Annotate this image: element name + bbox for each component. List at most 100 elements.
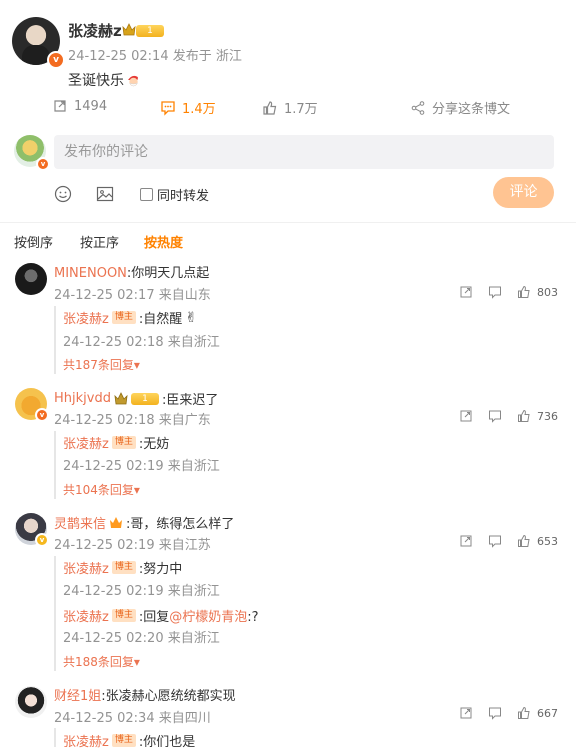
comment-text: :哥，练得怎么样了: [126, 517, 235, 532]
author-tag: 博主: [111, 311, 136, 324]
reply-line: 张凌赫z 博主 :回复@柠檬奶青泡:?: [63, 606, 259, 625]
comment-username[interactable]: 灵鹊来信: [54, 513, 106, 532]
reply-line: 张凌赫z 博主 :无妨: [63, 433, 169, 452]
chevron-down-icon: ▾: [133, 483, 140, 497]
reply-username[interactable]: 张凌赫z: [63, 433, 109, 452]
repost-icon[interactable]: [459, 534, 473, 548]
reply-location: 来自浙江: [167, 335, 220, 350]
post-time-location: 24-12-25 02:14 发布于 浙江: [68, 49, 242, 64]
reply-meta: 24-12-25 02:19 来自浙江: [63, 580, 220, 599]
comment-text: :臣来迟了: [161, 393, 219, 408]
reply-text: :无妨: [138, 437, 170, 452]
vip-badge-icon: v: [36, 157, 50, 171]
comment-username[interactable]: Hhjkjvdd: [54, 391, 111, 406]
checkbox-icon[interactable]: [140, 188, 153, 201]
reply-line: 张凌赫z 博主 :你们也是: [63, 731, 195, 750]
comment-time: 24-12-25 02:19: [54, 538, 155, 553]
reply-location: 来自浙江: [167, 459, 220, 474]
comment-meta: 24-12-25 02:17 来自山东: [54, 284, 211, 303]
comment-text: :你明天几点起: [126, 266, 210, 281]
reply-meta: 24-12-25 02:19 来自浙江: [63, 455, 220, 474]
reply-time: 24-12-25 02:20: [63, 631, 164, 646]
more-replies-text: 共188条回复: [63, 655, 134, 669]
reply-username[interactable]: 张凌赫z: [63, 308, 109, 327]
comment-time: 24-12-25 02:18: [54, 413, 155, 428]
more-replies-link[interactable]: 共104条回复▾: [63, 481, 140, 498]
comment-input[interactable]: 发布你的评论: [54, 135, 554, 169]
emoji-icon[interactable]: [54, 185, 72, 203]
reply-time: 24-12-25 02:19: [63, 459, 164, 474]
reply-text: :你们也是: [138, 735, 196, 750]
post-content: 圣诞快乐: [68, 70, 141, 90]
repost-button[interactable]: 1494: [52, 98, 107, 114]
mention-link[interactable]: @柠檬奶青泡: [169, 610, 247, 625]
reply-thread-bar: [54, 728, 56, 747]
author-tag: 博主: [111, 561, 136, 574]
comment-like-count: 653: [537, 535, 558, 548]
comment-icon[interactable]: [488, 534, 502, 548]
repost-checkbox[interactable]: 同时转发: [140, 185, 209, 204]
more-replies-text: 共187条回复: [63, 358, 134, 372]
santa-emoji-icon: [128, 75, 141, 86]
share-button[interactable]: 分享这条博文: [410, 98, 510, 117]
like-icon[interactable]: [517, 706, 531, 720]
reply-username[interactable]: 张凌赫z: [63, 606, 109, 625]
like-icon[interactable]: [517, 534, 531, 548]
reply-username[interactable]: 张凌赫z: [63, 731, 109, 750]
crown-icon: [122, 23, 136, 36]
commenter-avatar[interactable]: [15, 263, 47, 295]
reply-text: :回复@柠檬奶青泡:?: [139, 606, 259, 625]
commenter-avatar[interactable]: [15, 686, 47, 718]
comment-username[interactable]: MINENOON: [54, 266, 127, 281]
submit-comment-button[interactable]: 评论: [493, 177, 554, 208]
reply-time: 24-12-25 02:18: [63, 335, 164, 350]
reply-prefix: :回复: [138, 610, 170, 625]
author-tag: 博主: [111, 734, 136, 747]
reply-suffix: :?: [247, 610, 259, 625]
comment-icon[interactable]: [488, 409, 502, 423]
comment-location: 来自江苏: [158, 538, 211, 553]
tab-sort-hot[interactable]: 按热度: [144, 232, 183, 251]
repost-icon[interactable]: [459, 706, 473, 720]
comment-meta: 24-12-25 02:19 来自江苏: [54, 534, 211, 553]
comment-line: Hhjkjvdd 1 :臣来迟了: [54, 389, 218, 408]
repost-icon[interactable]: [459, 409, 473, 423]
comment-location: 来自四川: [158, 711, 211, 726]
comment-icon[interactable]: [488, 706, 502, 720]
comment-button[interactable]: 1.4万: [160, 98, 216, 117]
reply-location: 来自浙江: [167, 584, 220, 599]
comment-username[interactable]: 财经1姐: [54, 689, 101, 704]
repost-icon[interactable]: [459, 285, 473, 299]
more-replies-text: 共104条回复: [63, 483, 134, 497]
reply-location: 来自浙江: [167, 631, 220, 646]
like-icon[interactable]: [517, 285, 531, 299]
reply-username[interactable]: 张凌赫z: [63, 558, 109, 577]
vip-badge-icon: v: [47, 51, 65, 69]
more-replies-link[interactable]: 共188条回复▾: [63, 653, 140, 670]
author-tag: 博主: [111, 436, 136, 449]
image-icon[interactable]: [96, 185, 114, 203]
like-icon: [263, 100, 277, 115]
repost-checkbox-label: 同时转发: [157, 189, 210, 204]
comment-location: 来自广东: [158, 413, 211, 428]
crown-icon: [114, 392, 128, 405]
reply-meta: 24-12-25 02:20 来自浙江: [63, 627, 220, 646]
comment-icon[interactable]: [488, 285, 502, 299]
author-tag: 博主: [111, 609, 136, 622]
post-author-name[interactable]: 张凌赫z: [68, 20, 122, 41]
comment-like-count: 736: [537, 410, 558, 423]
chevron-down-icon: ▾: [133, 655, 140, 669]
comment-icon: [161, 100, 175, 116]
tab-sort-reverse[interactable]: 按倒序: [14, 232, 53, 251]
reply-text: :自然醒: [138, 312, 183, 327]
repost-count: 1494: [74, 98, 108, 114]
victory-hand-emoji-icon: ✌: [185, 309, 197, 326]
like-button[interactable]: 1.7万: [262, 98, 318, 117]
reply-meta: 24-12-25 02:18 来自浙江: [63, 331, 220, 350]
tab-sort-forward[interactable]: 按正序: [80, 232, 119, 251]
reply-time: 24-12-25 02:19: [63, 584, 164, 599]
more-replies-link[interactable]: 共187条回复▾: [63, 356, 140, 373]
like-icon[interactable]: [517, 409, 531, 423]
reply-thread-bar: [54, 556, 56, 671]
reply-line: 张凌赫z 博主 :自然醒 ✌: [63, 308, 197, 328]
